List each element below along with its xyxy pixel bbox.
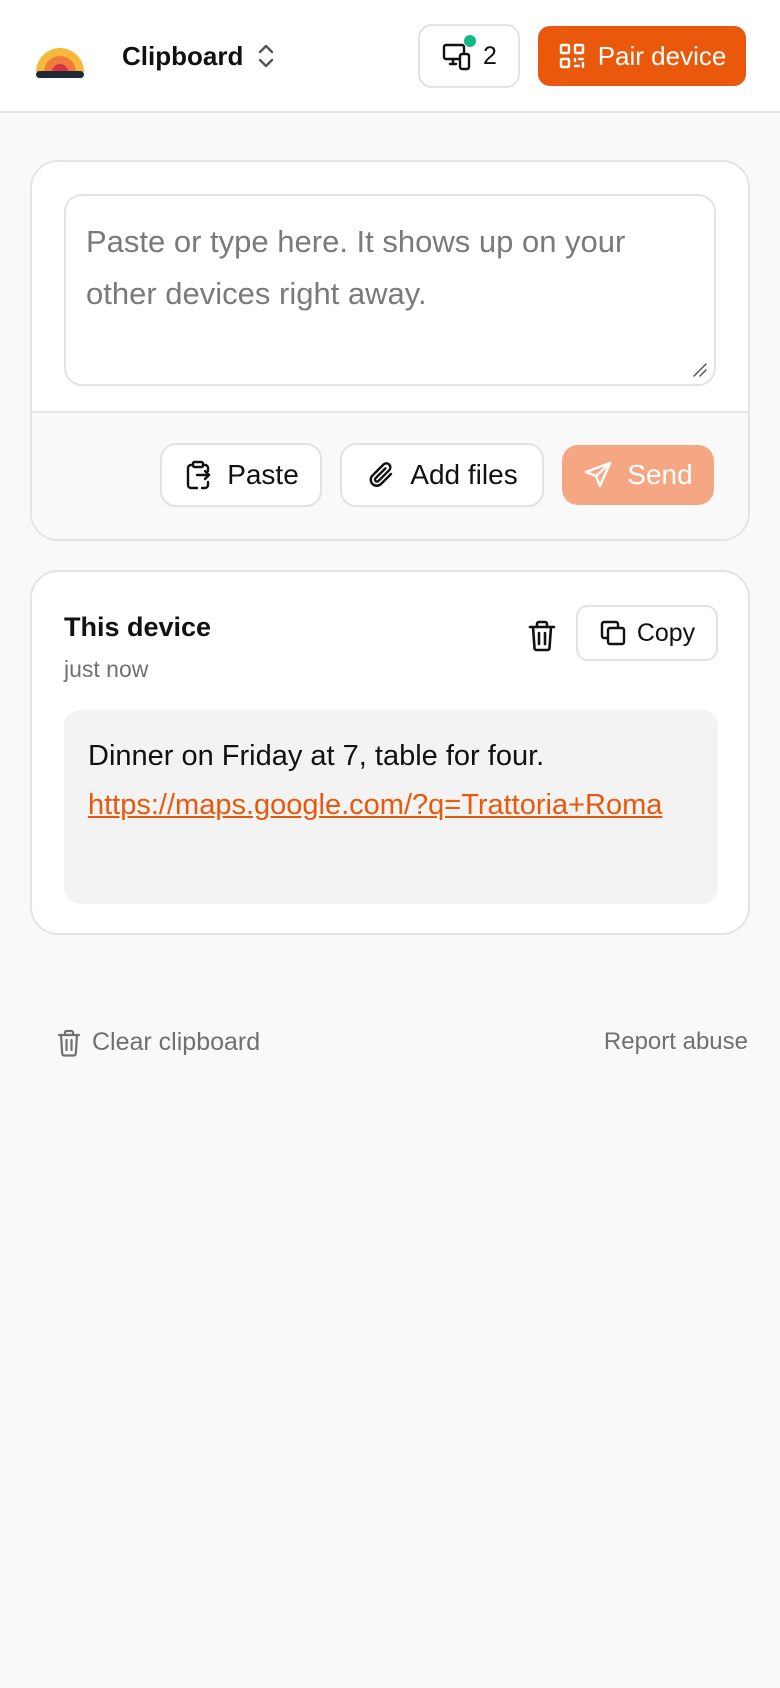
- top-bar: Clipboard 2 Pair device: [0, 0, 780, 113]
- chevron-up-down-icon: [259, 44, 274, 68]
- qr-code-icon: [559, 43, 584, 69]
- app-logo: [36, 48, 84, 78]
- clipboard-input-placeholder: Paste or type here. It shows up on your …: [86, 224, 626, 311]
- devices-icon: [441, 35, 477, 72]
- devices-count: 2: [483, 41, 497, 70]
- clipboard-text: Dinner on Friday at 7, table for four.: [88, 740, 545, 772]
- add-files-button[interactable]: Add files: [340, 443, 544, 507]
- send-label: Send: [627, 459, 693, 490]
- send-button[interactable]: Send: [562, 445, 714, 505]
- paste-label: Paste: [227, 459, 299, 490]
- add-files-label: Add files: [410, 459, 518, 490]
- paperclip-icon: [369, 462, 393, 487]
- resize-handle-icon[interactable]: [692, 362, 708, 378]
- paste-button[interactable]: Paste: [160, 443, 322, 507]
- app-switcher[interactable]: Clipboard: [122, 38, 277, 74]
- clipboard-content: Dinner on Friday at 7, table for four. h…: [64, 710, 718, 904]
- entry-timestamp: just now: [64, 656, 149, 682]
- clipboard-paste-icon: [186, 460, 211, 490]
- clear-clipboard-button[interactable]: Clear clipboard: [56, 1028, 260, 1057]
- copy-icon: [600, 620, 626, 646]
- clipboard-entry: This device just now Copy Dinner on Frid…: [30, 570, 750, 935]
- trash-icon[interactable]: [522, 616, 562, 656]
- copy-label: Copy: [636, 618, 696, 647]
- send-icon: [585, 461, 612, 488]
- online-indicator: [464, 35, 477, 47]
- source-device: This device: [64, 612, 212, 642]
- report-abuse-link[interactable]: Report abuse: [604, 1028, 748, 1056]
- app-name: Clipboard: [122, 40, 244, 71]
- copy-button[interactable]: Copy: [576, 605, 718, 661]
- clear-clipboard-label: Clear clipboard: [92, 1028, 261, 1056]
- trash-icon: [57, 1029, 81, 1057]
- clipboard-link[interactable]: https://maps.google.com/?q=Trattoria+Rom…: [88, 789, 662, 821]
- pair-device-button[interactable]: Pair device: [538, 26, 746, 86]
- pair-device-label: Pair device: [597, 40, 727, 71]
- connected-devices-button[interactable]: 2: [418, 24, 520, 88]
- clipboard-input[interactable]: Paste or type here. It shows up on your …: [64, 194, 716, 386]
